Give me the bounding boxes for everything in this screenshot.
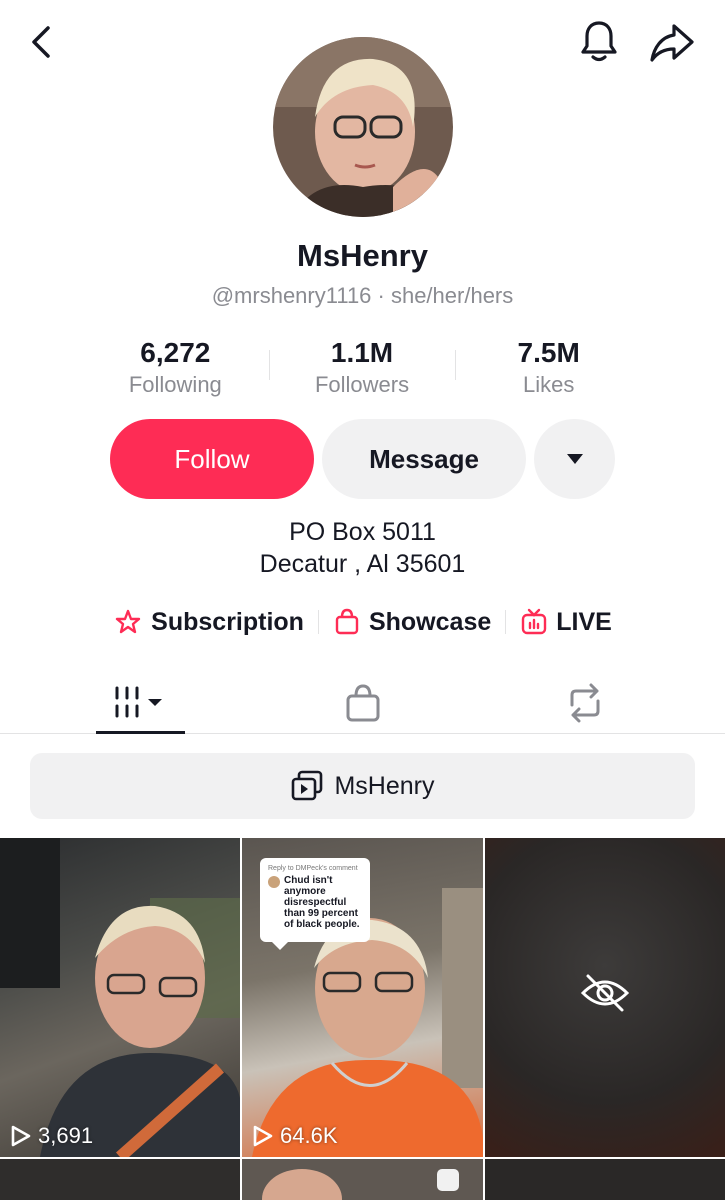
live-tv-icon bbox=[522, 608, 547, 635]
view-count-value: 3,691 bbox=[38, 1123, 94, 1148]
showcase-link[interactable]: Showcase bbox=[333, 607, 491, 637]
comment-reply-sticker: Reply to DMPeck's comment Chud isn't any… bbox=[260, 858, 370, 950]
playlist-button[interactable]: MsHenry bbox=[30, 753, 695, 819]
bio-line: Decatur , Al 35601 bbox=[259, 550, 466, 578]
playlist-label: MsHenry bbox=[334, 771, 435, 800]
tab-shop[interactable] bbox=[320, 672, 406, 734]
follow-button[interactable]: Follow bbox=[110, 419, 314, 499]
playlist-icon bbox=[292, 770, 323, 801]
stat-value: 7.5M bbox=[517, 337, 580, 368]
stat-followers[interactable]: 1.1M Followers bbox=[268, 336, 456, 402]
stat-likes[interactable]: 7.5M Likes bbox=[455, 336, 642, 402]
video-thumbnail[interactable] bbox=[485, 1159, 725, 1200]
stat-following[interactable]: 6,272 Following bbox=[82, 336, 269, 402]
video-grid: 3,691 Reply to DMPeck's comment Chud isn… bbox=[0, 838, 725, 1200]
bio-line: PO Box 5011 bbox=[289, 518, 436, 546]
stat-label: Likes bbox=[523, 372, 575, 397]
subscription-link[interactable]: Subscription bbox=[113, 607, 304, 637]
video-thumbnail[interactable] bbox=[242, 1159, 483, 1200]
profile-tabs bbox=[0, 672, 725, 734]
eye-slash-icon bbox=[580, 974, 630, 1012]
commenter-avatar bbox=[268, 876, 280, 888]
tab-reposts[interactable] bbox=[542, 672, 628, 734]
live-link[interactable]: LIVE bbox=[520, 607, 612, 637]
subscription-label: Subscription bbox=[151, 607, 304, 636]
back-icon[interactable] bbox=[24, 22, 60, 62]
video-thumbnail[interactable]: 3,691 bbox=[0, 838, 240, 1157]
subscription-star-icon bbox=[115, 609, 141, 634]
divider bbox=[317, 610, 319, 634]
play-icon bbox=[253, 1125, 273, 1147]
username-pronouns: @mrshenry1116 · she/her/hers bbox=[211, 283, 514, 308]
video-thumbnail[interactable] bbox=[0, 1159, 240, 1200]
showcase-label: Showcase bbox=[368, 607, 492, 636]
view-count: 64.6K bbox=[252, 1123, 338, 1149]
live-label: LIVE bbox=[556, 607, 612, 636]
repost-icon bbox=[570, 683, 600, 723]
display-name: MsHenry bbox=[297, 238, 428, 273]
share-icon[interactable] bbox=[648, 20, 696, 64]
stat-label: Following bbox=[128, 372, 222, 397]
reply-text: Chud isn't anymore disrespectful than 99… bbox=[284, 875, 360, 930]
video-thumbnail[interactable]: Reply to DMPeck's comment Chud isn't any… bbox=[242, 838, 483, 1157]
shopping-bag-icon bbox=[335, 608, 359, 635]
more-options-button[interactable] bbox=[534, 419, 615, 499]
shopping-bag-icon bbox=[346, 684, 380, 722]
profile-links: Subscription Showcase LIVE bbox=[0, 602, 725, 642]
divider bbox=[505, 610, 507, 634]
avatar[interactable] bbox=[273, 37, 453, 217]
videos-grid-icon bbox=[115, 686, 162, 717]
stat-value: 6,272 bbox=[140, 337, 211, 368]
reply-header: Reply to DMPeck's comment bbox=[268, 865, 358, 872]
bell-icon[interactable] bbox=[578, 18, 620, 64]
caret-down-icon bbox=[566, 454, 583, 464]
thumbnail-image bbox=[262, 1169, 459, 1200]
profile-stats: 6,272 Following 1.1M Followers 7.5M Like… bbox=[82, 336, 642, 402]
view-count: 3,691 bbox=[10, 1123, 93, 1149]
message-button[interactable]: Message bbox=[322, 419, 526, 499]
view-count-value: 64.6K bbox=[280, 1123, 338, 1148]
play-icon bbox=[11, 1125, 31, 1147]
thumbnail-image bbox=[0, 838, 240, 1157]
video-thumbnail-hidden[interactable] bbox=[485, 838, 725, 1157]
stat-label: Followers bbox=[314, 372, 410, 397]
bio: PO Box 5011 Decatur , Al 35601 bbox=[0, 516, 725, 580]
stat-value: 1.1M bbox=[330, 337, 394, 368]
tab-videos[interactable] bbox=[96, 672, 185, 734]
